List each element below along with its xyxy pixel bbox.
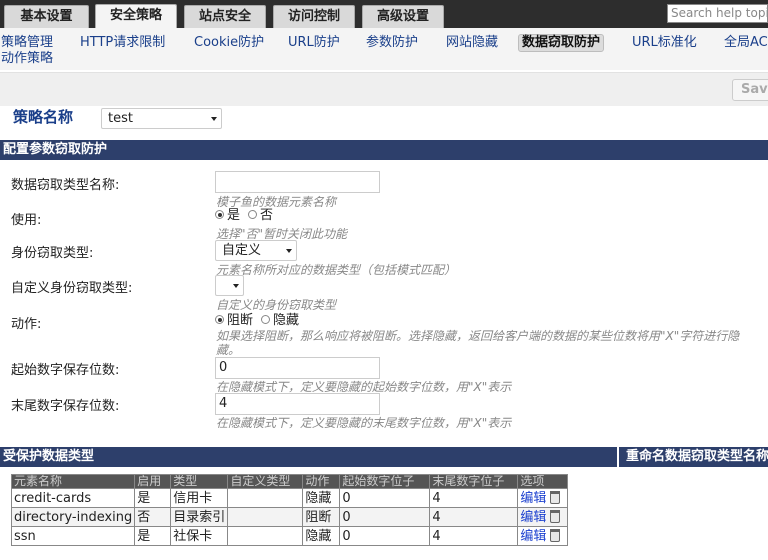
radio-unselected-icon	[261, 315, 270, 324]
action-cell: 隐藏	[302, 526, 341, 546]
policy-name-select[interactable]: test	[101, 108, 222, 129]
id-type-select[interactable]: 自定义	[215, 240, 297, 261]
chevron-down-icon	[211, 117, 217, 121]
element-name-cell: credit-cards	[10, 488, 136, 508]
trash-icon[interactable]	[550, 529, 561, 542]
type-cell: 目录索引	[170, 507, 229, 527]
custom-type-cell	[227, 526, 304, 546]
config-section-title: 配置参数窃取防护	[3, 142, 108, 157]
tab-site-security[interactable]: 站点安全	[184, 5, 266, 28]
subnav-url-protection[interactable]: URL防护	[288, 35, 340, 51]
save-button[interactable]: Save	[732, 79, 768, 101]
subnav-action-policy[interactable]: 动作策略	[1, 51, 53, 67]
enabled-cell: 否	[134, 507, 172, 527]
end-digits-input[interactable]: 4	[215, 393, 380, 415]
edit-link[interactable]: 编辑	[520, 491, 546, 506]
options-cell: 编辑	[517, 488, 569, 508]
action-cell: 阻断	[302, 507, 341, 527]
id-type-hint: 元素名称所对应的数据类型（包括模式匹配）	[216, 263, 457, 277]
table-row[interactable]: ssn 是 社保卡 隐藏 0 4 编辑	[10, 526, 569, 546]
subnav-cookie-protection[interactable]: Cookie防护	[194, 35, 264, 51]
action-bar: Save	[0, 72, 768, 106]
start-digits-cell: 0	[339, 507, 431, 527]
custom-type-cell	[227, 488, 304, 508]
start-digits-cell: 0	[339, 488, 431, 508]
subnav-param-protection[interactable]: 参数防护	[366, 35, 418, 51]
column-header[interactable]: 元素名称	[10, 474, 136, 489]
custom-type-cell	[227, 507, 304, 527]
action-hide-radio[interactable]: 隐藏	[261, 313, 299, 329]
tab-basic-settings[interactable]: 基本设置	[4, 5, 89, 28]
table-header-row: 元素名称 启用 类型 自定义类型 动作 起始数字位子 末尾数字位子 选项	[10, 474, 569, 489]
trash-icon[interactable]	[550, 491, 561, 504]
chevron-down-icon	[286, 249, 292, 253]
protected-section-header: 受保护数据类型 重命名数据窃取类型名称	[0, 447, 768, 467]
protected-section-title: 受保护数据类型	[3, 449, 95, 464]
options-cell: 编辑	[517, 507, 569, 527]
column-header[interactable]: 自定义类型	[227, 474, 304, 489]
action-cell: 隐藏	[302, 488, 341, 508]
column-header[interactable]: 类型	[170, 474, 229, 489]
end-digits-label: 末尾数字保存位数:	[11, 399, 120, 414]
policy-name-label: 策略名称	[13, 108, 74, 126]
protected-data-table: 元素名称 启用 类型 自定义类型 动作 起始数字位子 末尾数字位子 选项 cre…	[10, 474, 569, 546]
element-name-cell: directory-indexing	[10, 507, 136, 527]
column-header[interactable]: 启用	[134, 474, 172, 489]
type-cell: 社保卡	[170, 526, 229, 546]
custom-id-type-label: 自定义身份窃取类型:	[11, 281, 133, 296]
table-row[interactable]: directory-indexing 否 目录索引 阻断 0 4 编辑	[10, 507, 569, 527]
action-block-radio[interactable]: 阻断	[215, 313, 253, 329]
start-digits-cell: 0	[339, 526, 431, 546]
edit-link[interactable]: 编辑	[520, 510, 546, 525]
edit-link[interactable]: 编辑	[520, 529, 546, 544]
subnav-policy-management[interactable]: 策略管理	[1, 35, 53, 51]
id-type-label: 身份窃取类型:	[11, 246, 94, 261]
radio-selected-icon	[215, 210, 224, 219]
column-header[interactable]: 选项	[517, 474, 569, 489]
action-hint: 如果选择阻断，那么响应将被阻断。选择隐藏，返回给客户端的数据的某些位数将用"X"…	[216, 329, 740, 357]
subnav-data-theft-protection[interactable]: 数据窃取防护	[518, 34, 605, 52]
enabled-cell: 是	[134, 488, 172, 508]
tab-advanced-settings[interactable]: 高级设置	[362, 5, 444, 28]
element-name-cell: ssn	[10, 526, 136, 546]
subnav-global-acl[interactable]: 全局ACL	[724, 35, 768, 51]
end-digits-cell: 4	[429, 507, 519, 527]
subnav-http-request-limit[interactable]: HTTP请求限制	[80, 35, 165, 51]
start-digits-label: 起始数字保存位数:	[11, 363, 120, 378]
action-label: 动作:	[11, 317, 42, 332]
trash-icon[interactable]	[550, 510, 561, 523]
id-type-value: 自定义	[222, 243, 262, 258]
type-name-label: 数据窃取类型名称:	[11, 178, 120, 193]
column-header[interactable]: 动作	[302, 474, 341, 489]
enable-no-radio[interactable]: 否	[248, 208, 273, 224]
radio-unselected-icon	[248, 210, 257, 219]
tab-security-policy[interactable]: 安全策略	[95, 4, 177, 28]
type-name-input[interactable]	[215, 171, 380, 193]
column-header[interactable]: 末尾数字位子	[429, 474, 519, 489]
sub-navigation: 策略管理 HTTP请求限制 Cookie防护 URL防护 参数防护 网站隐藏 数…	[0, 28, 768, 70]
enable-yes-radio[interactable]: 是	[215, 208, 240, 224]
enabled-cell: 是	[134, 526, 172, 546]
radio-selected-icon	[215, 315, 224, 324]
top-navigation-bar: 基本设置 安全策略 站点安全 访问控制 高级设置 Search help top…	[0, 0, 768, 28]
custom-id-type-select[interactable]	[215, 275, 244, 296]
type-cell: 信用卡	[170, 488, 229, 508]
end-digits-hint: 在隐藏模式下，定义要隐藏的末尾数字位数，用"X"表示	[216, 416, 512, 430]
custom-id-type-hint: 自定义的身份窃取类型	[216, 298, 337, 312]
options-cell: 编辑	[517, 526, 569, 546]
enable-label: 使用:	[11, 213, 42, 228]
end-digits-cell: 4	[429, 526, 519, 546]
subnav-url-normalization[interactable]: URL标准化	[632, 35, 697, 51]
start-digits-input[interactable]: 0	[215, 357, 380, 379]
subnav-site-hiding[interactable]: 网站隐藏	[446, 35, 498, 51]
config-section-header: 配置参数窃取防护	[0, 140, 768, 160]
column-header[interactable]: 起始数字位子	[339, 474, 431, 489]
search-input[interactable]: Search help topic	[667, 4, 768, 23]
rename-section-title: 重命名数据窃取类型名称	[617, 447, 768, 467]
tab-access-control[interactable]: 访问控制	[273, 5, 355, 28]
chevron-down-icon	[233, 284, 239, 288]
end-digits-cell: 4	[429, 488, 519, 508]
table-row[interactable]: credit-cards 是 信用卡 隐藏 0 4 编辑	[10, 488, 569, 508]
policy-name-value: test	[108, 111, 133, 126]
